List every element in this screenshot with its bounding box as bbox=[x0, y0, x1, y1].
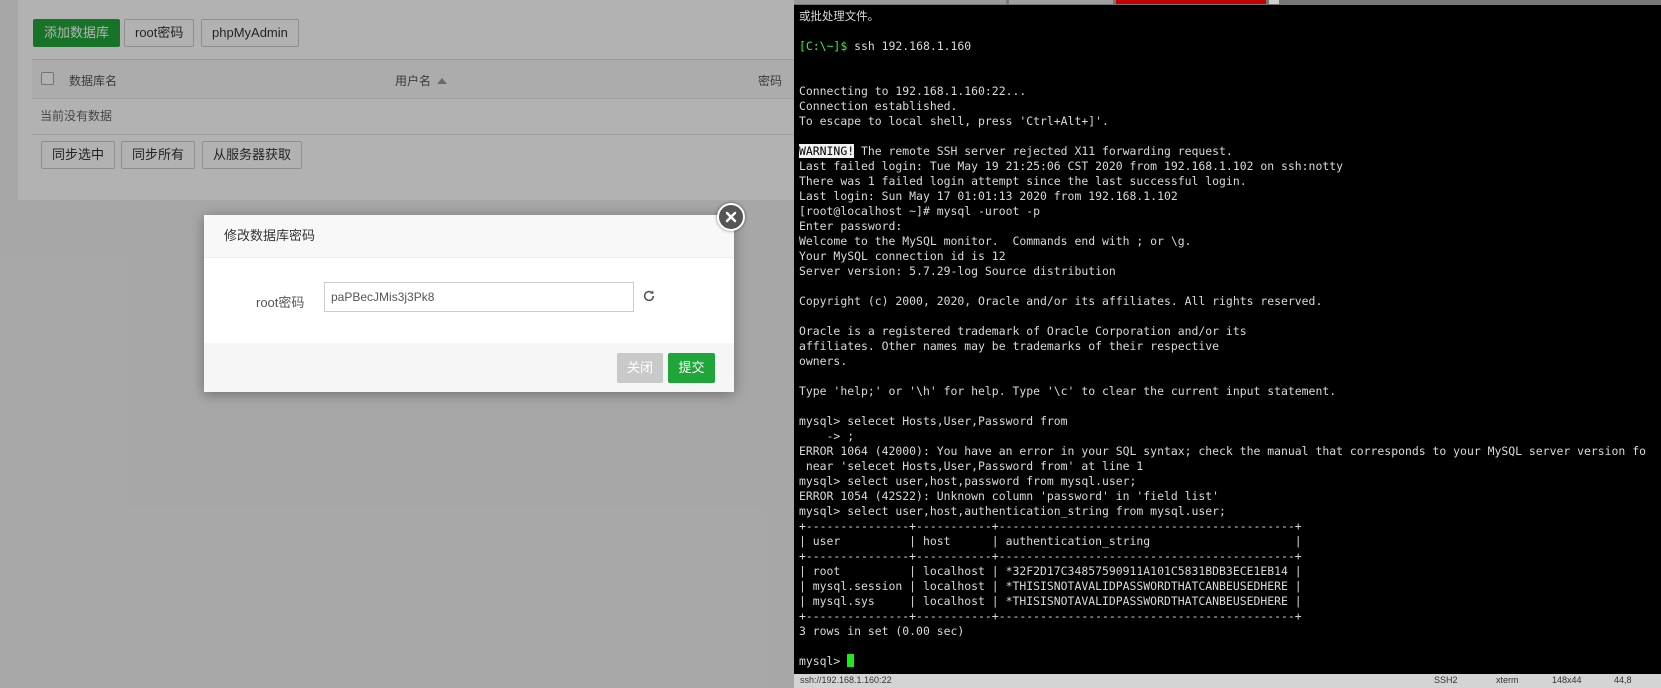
terminal-line: -> ; bbox=[799, 429, 855, 443]
terminal-line: ERROR 1064 (42000): You have an error in… bbox=[799, 444, 1646, 458]
warning-tag: WARNING! bbox=[799, 144, 855, 158]
terminal-line: There was 1 failed login attempt since t… bbox=[799, 174, 1247, 188]
session-tab[interactable] bbox=[1269, 0, 1279, 4]
ssh-terminal[interactable]: 或批处理文件。 [C:\~]$ ssh 192.168.1.160 Connecti… bbox=[794, 0, 1661, 688]
terminal-line: +---------------+-----------+-----------… bbox=[799, 549, 1302, 563]
terminal-line: owners. bbox=[799, 354, 848, 368]
terminal-line: Enter password: bbox=[799, 219, 903, 233]
terminal-line: Oracle is a registered trademark of Orac… bbox=[799, 324, 1247, 338]
close-button[interactable]: 关闭 bbox=[617, 353, 663, 383]
web-panel: 添加数据库 root密码 phpMyAdmin 数据库名 用户名 密码 当前没有… bbox=[0, 0, 794, 688]
terminal-line: near 'selecet Hosts,User,Password from' … bbox=[799, 459, 1144, 473]
terminal-line: Type 'help;' or '\h' for help. Type '\c'… bbox=[799, 384, 1337, 398]
terminal-line: +---------------+-----------+-----------… bbox=[799, 519, 1302, 533]
status-path: ssh://192.168.1.160:22 bbox=[800, 675, 892, 685]
status-protocol: SSH2 bbox=[1434, 675, 1458, 685]
terminal-line: [C:\~]$ ssh 192.168.1.160 bbox=[799, 39, 972, 53]
dialog-footer: 关闭 提交 bbox=[204, 343, 734, 392]
session-tab[interactable] bbox=[1009, 0, 1113, 4]
terminal-line: WARNING! The remote SSH server rejected … bbox=[799, 144, 1233, 158]
terminal-line: Welcome to the MySQL monitor. Commands e… bbox=[799, 234, 1192, 248]
status-term-type: xterm bbox=[1496, 675, 1519, 685]
terminal-line: Last login: Sun May 17 01:01:13 2020 fro… bbox=[799, 189, 1178, 203]
terminal-line: | mysql.session | localhost | *THISISNOT… bbox=[799, 579, 1302, 593]
terminal-line: Copyright (c) 2000, 2020, Oracle and/or … bbox=[799, 294, 1323, 308]
terminal-line: Connecting to 192.168.1.160:22... bbox=[799, 84, 1027, 98]
terminal-line: Connection established. bbox=[799, 99, 958, 113]
terminal-line: | root | localhost | *32F2D17C3485759091… bbox=[799, 564, 1302, 578]
terminal-line: 3 rows in set (0.00 sec) bbox=[799, 624, 965, 638]
terminal-line: Server version: 5.7.29-log Source distri… bbox=[799, 264, 1116, 278]
terminal-line: ERROR 1054 (42S22): Unknown column 'pass… bbox=[799, 489, 1220, 503]
dialog-close-icon[interactable] bbox=[717, 203, 745, 231]
status-bar: ssh://192.168.1.160:22 SSH2 xterm 148x44… bbox=[794, 674, 1661, 688]
submit-button[interactable]: 提交 bbox=[668, 353, 715, 383]
status-cursor-pos: 44,8 bbox=[1614, 675, 1632, 685]
active-session-tab[interactable] bbox=[1116, 0, 1266, 4]
terminal-line: Your MySQL connection id is 12 bbox=[799, 249, 1006, 263]
local-shell-prompt: [C:\~]$ bbox=[799, 39, 848, 53]
refresh-icon[interactable] bbox=[642, 289, 656, 303]
dialog-title: 修改数据库密码 bbox=[204, 215, 734, 258]
root-password-input[interactable] bbox=[324, 282, 634, 312]
terminal-line: mysql> select user,host,password from my… bbox=[799, 474, 1137, 488]
terminal-cursor bbox=[847, 654, 855, 667]
terminal-line: +---------------+-----------+-----------… bbox=[799, 609, 1302, 623]
terminal-line: | user | host | authentication_string | bbox=[799, 534, 1302, 548]
terminal-line: To escape to local shell, press 'Ctrl+Al… bbox=[799, 114, 1109, 128]
dialog-body: root密码 bbox=[204, 258, 734, 344]
session-tab[interactable] bbox=[794, 0, 1006, 4]
terminal-line: Last failed login: Tue May 19 21:25:06 C… bbox=[799, 159, 1343, 173]
terminal-line: mysql> bbox=[799, 654, 1646, 669]
terminal-line: mysql> selecet Hosts,User,Password from bbox=[799, 414, 1068, 428]
session-tab-strip bbox=[794, 0, 1661, 5]
terminal-line: mysql> select user,host,authentication_s… bbox=[799, 504, 1226, 518]
terminal-line: affiliates. Other names may be trademark… bbox=[799, 339, 1220, 353]
terminal-line: [root@localhost ~]# mysql -uroot -p bbox=[799, 204, 1041, 218]
terminal-line: | mysql.sys | localhost | *THISISNOTAVAL… bbox=[799, 594, 1302, 608]
terminal-output: 或批处理文件。 [C:\~]$ ssh 192.168.1.160 Connecti… bbox=[799, 9, 1646, 669]
root-password-label: root密码 bbox=[256, 295, 305, 310]
status-size: 148x44 bbox=[1552, 675, 1582, 685]
change-password-dialog: 修改数据库密码 root密码 关闭 提交 bbox=[204, 215, 734, 392]
terminal-line: 或批处理文件。 bbox=[799, 9, 880, 23]
